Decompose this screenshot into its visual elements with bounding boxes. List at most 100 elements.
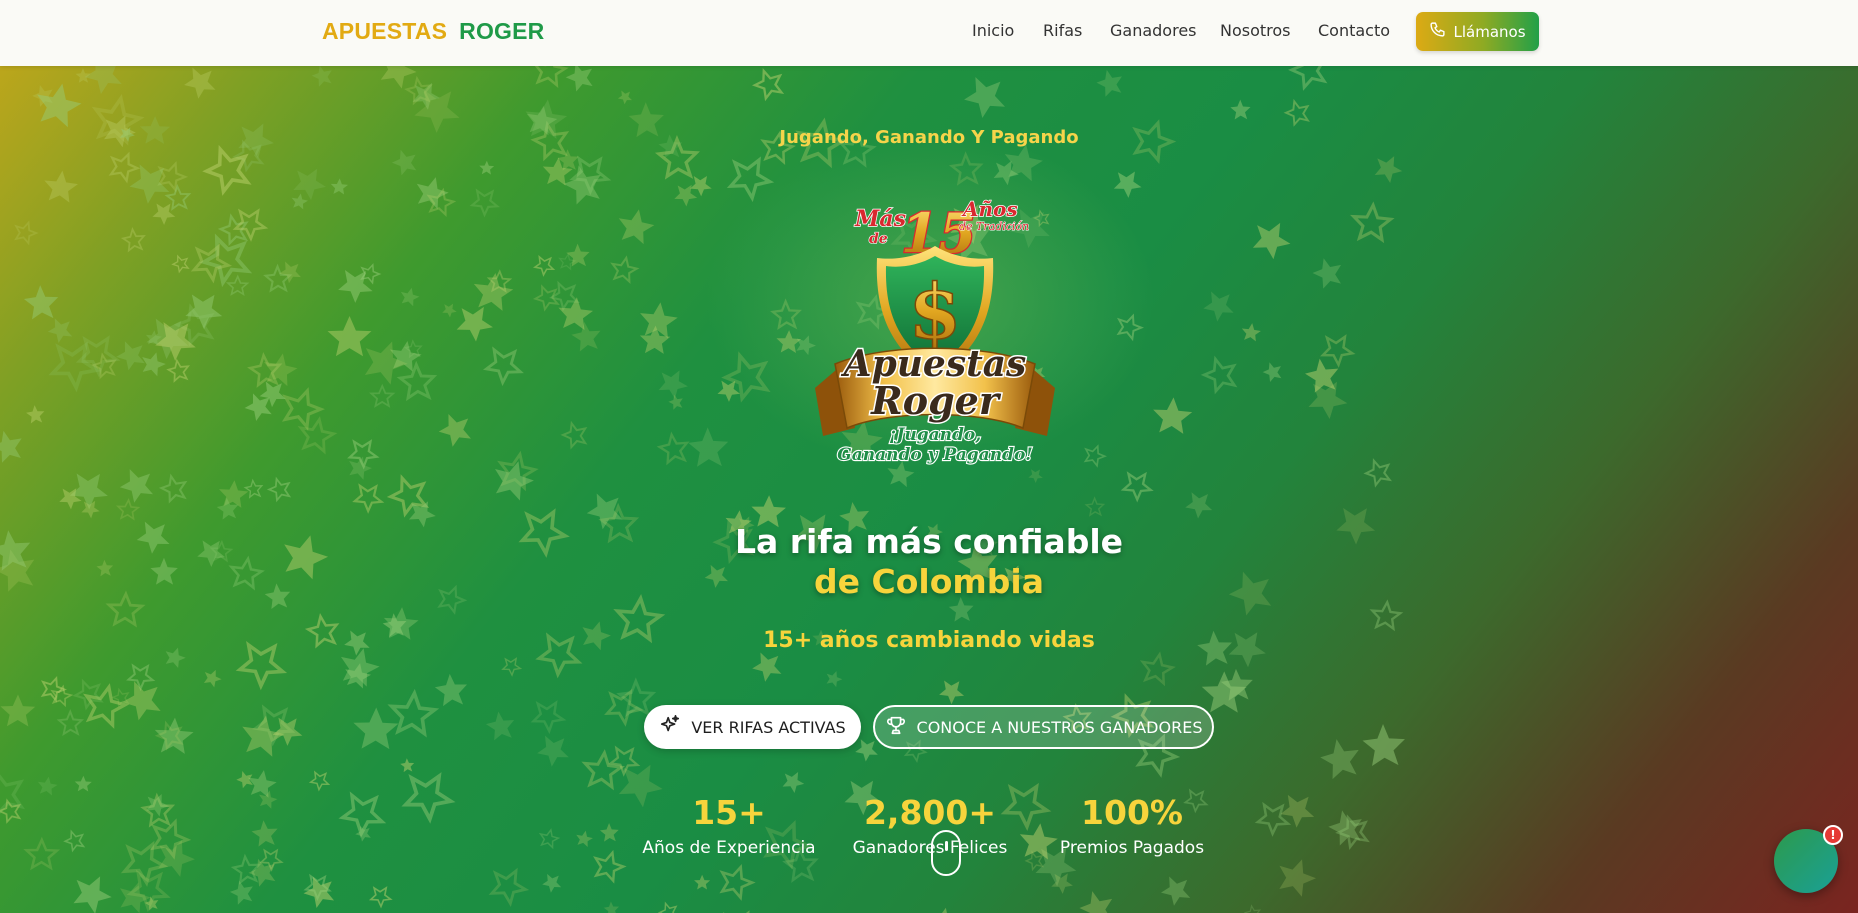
decorative-star [750, 63, 791, 104]
decorative-star [450, 297, 500, 346]
decorative-star [260, 350, 300, 388]
decorative-star [352, 707, 399, 750]
nav-link-inicio[interactable]: Inicio [972, 21, 1014, 40]
scroll-mouse-icon[interactable] [931, 830, 961, 876]
decorative-star [0, 694, 36, 727]
decorative-star [1369, 599, 1403, 631]
decorative-star [478, 160, 495, 175]
stat-experience: 15+ Años de Experiencia [640, 793, 818, 863]
decorative-star [656, 898, 683, 913]
decorative-star [11, 218, 40, 246]
decorative-star [1199, 351, 1245, 398]
decorative-star [685, 422, 736, 475]
decorative-star [602, 899, 623, 913]
decorative-star [44, 312, 79, 347]
trophy-icon [885, 714, 907, 740]
decorative-star [1075, 884, 1122, 913]
decorative-star [170, 251, 193, 275]
brand-part-2: ROGER [459, 18, 545, 44]
decorative-star [615, 86, 636, 107]
decorative-star [148, 196, 180, 228]
decorative-star [1316, 327, 1359, 369]
decorative-star [653, 363, 693, 402]
hero-subheadline: 15+ años cambiando vidas [763, 628, 1095, 653]
brand-logo[interactable]: APUESTAS ROGER [322, 18, 544, 45]
meet-winners-button[interactable]: CONOCE A NUESTROS GANADORES [873, 705, 1214, 749]
decorative-star [1084, 495, 1108, 520]
decorative-star [21, 280, 65, 326]
decorative-star [559, 417, 594, 452]
decorative-star [927, 904, 960, 913]
hero-section: Jugando, Ganando Y Pagando Más de 15 Año… [0, 0, 1858, 913]
decorative-star [484, 861, 533, 908]
decorative-star [499, 653, 525, 678]
decorative-star [1109, 164, 1147, 201]
decorative-star [1240, 321, 1262, 342]
decorative-star [24, 402, 49, 427]
decorative-star [1113, 310, 1146, 342]
logo-name-roger: Roger [870, 378, 1002, 423]
logo-text-tradicion: de Tradición [959, 220, 1029, 233]
hero-tagline: Jugando, Ganando Y Pagando [779, 127, 1079, 148]
decorative-star [1229, 97, 1255, 124]
decorative-star [120, 225, 150, 256]
decorative-star [1272, 853, 1321, 900]
decorative-star [200, 666, 225, 689]
decorative-star [1246, 213, 1297, 263]
decorative-star [327, 315, 372, 357]
decorative-star [598, 820, 623, 846]
call-us-button[interactable]: Llámanos [1416, 12, 1539, 51]
stat-winners: 2,800+ Ganadores Felices [848, 793, 1012, 863]
sparkles-icon [659, 714, 681, 740]
nav-link-rifas[interactable]: Rifas [1043, 21, 1082, 40]
decorative-star [1282, 95, 1316, 130]
logo-text-anos: Años [961, 197, 1018, 221]
decorative-star [1138, 650, 1176, 686]
decorative-star [432, 669, 474, 713]
decorative-star [138, 348, 169, 378]
decorative-star [398, 285, 422, 308]
hero-headline-line2: de Colombia [814, 562, 1044, 601]
decorative-star [568, 317, 608, 357]
decorative-star [388, 144, 424, 180]
decorative-star [1361, 454, 1398, 490]
decorative-star [56, 707, 87, 740]
decorative-star [164, 182, 195, 214]
logo-slogan-2: Ganando y Pagando! [837, 445, 1033, 465]
decorative-star [715, 860, 758, 902]
decorative-star [265, 473, 297, 505]
decorative-star [713, 902, 766, 913]
decorative-star [396, 762, 461, 826]
logo-slogan-1: ¡Jugando, [889, 425, 981, 445]
decorative-star [349, 477, 389, 516]
decorative-star [123, 154, 179, 209]
nav-link-contacto[interactable]: Contacto [1318, 21, 1390, 40]
decorative-star [287, 160, 332, 204]
decorative-star [115, 461, 162, 508]
decorative-star [694, 874, 711, 890]
apuestas-roger-logo: Más de 15 Años de Tradición $ Apuestas R… [815, 196, 1055, 466]
phone-icon [1429, 21, 1446, 42]
decorative-star [74, 775, 92, 792]
view-active-raffles-button[interactable]: VER RIFAS ACTIVAS [644, 705, 861, 749]
stat-label: Ganadores Felices [852, 838, 1008, 858]
decorative-star [532, 727, 577, 771]
decorative-star [42, 168, 80, 204]
decorative-star [434, 406, 480, 452]
hero-headline-line1: La rifa más confiable [734, 522, 1124, 561]
nav-link-ganadores[interactable]: Ganadores [1110, 21, 1197, 40]
logo-text-mas: Más [854, 206, 906, 232]
decorative-star [370, 385, 395, 407]
decorative-star [116, 498, 140, 520]
stat-prizes-paid: 100% Premios Pagados [1054, 793, 1210, 863]
decorative-star [1359, 718, 1413, 774]
nav-link-nosotros[interactable]: Nosotros [1220, 21, 1291, 40]
decorative-star [366, 881, 396, 910]
decorative-star [344, 432, 383, 471]
decorative-star [276, 256, 307, 287]
decorative-star [531, 251, 559, 279]
decorative-star [43, 332, 107, 394]
decorative-star [527, 693, 570, 736]
decorative-star [142, 789, 173, 819]
call-us-label: Llámanos [1453, 22, 1526, 41]
